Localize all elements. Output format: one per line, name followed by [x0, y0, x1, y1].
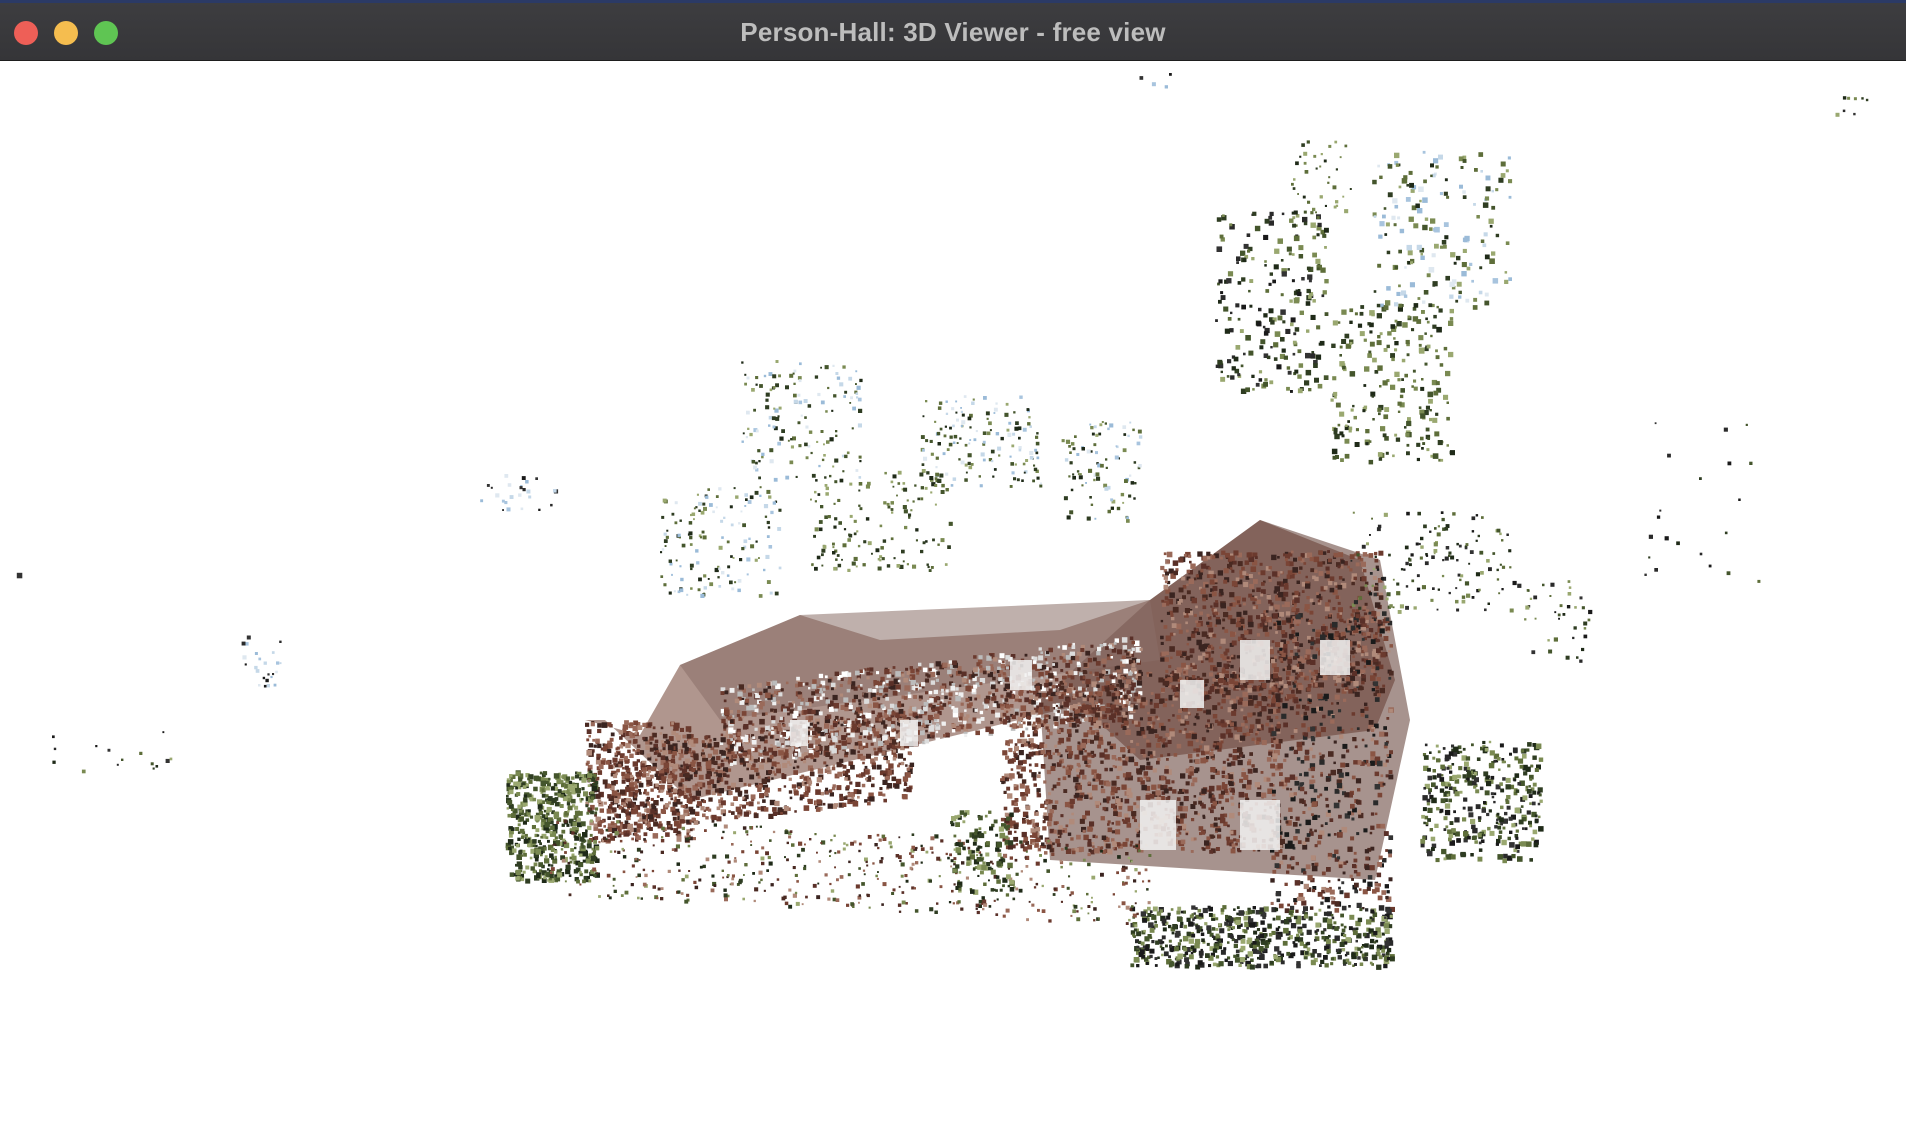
shrub-cluster-west — [505, 770, 600, 884]
window-opening — [1180, 680, 1204, 708]
tree-points-11 — [1291, 140, 1352, 218]
tree-points-6 — [810, 470, 953, 572]
stray-points-2 — [241, 635, 282, 688]
point-cloud-render[interactable] — [0, 61, 1906, 1132]
tree-points-10 — [1512, 580, 1593, 663]
stray-points-6 — [1139, 73, 1172, 89]
stray-points-8 — [1699, 552, 1703, 556]
window-opening — [1010, 660, 1032, 690]
tree-points-5 — [741, 360, 863, 482]
stray-points-5 — [1835, 96, 1869, 117]
window-opening — [900, 720, 918, 746]
window-opening — [1240, 640, 1270, 680]
stray-points-3 — [52, 731, 173, 774]
window-opening — [1140, 800, 1176, 850]
ground-points-east — [1130, 905, 1395, 970]
stray-points-4 — [1644, 422, 1761, 583]
shrub-cluster-east — [1420, 740, 1544, 864]
tree-points-8 — [1061, 421, 1143, 523]
tree-points-1 — [1215, 210, 1329, 394]
stray-points-1 — [480, 474, 559, 512]
window-opening — [790, 720, 808, 746]
window-opening — [1240, 800, 1280, 850]
window-opening — [1320, 640, 1350, 675]
tree-points-2 — [1330, 303, 1455, 465]
title-bar[interactable]: Person-Hall: 3D Viewer - free view — [0, 0, 1906, 61]
stray-points-7 — [16, 572, 23, 579]
tree-points-7 — [660, 486, 782, 598]
tree-points-3 — [1372, 150, 1513, 314]
3d-viewport[interactable] — [0, 61, 1906, 1132]
viewer-window: Person-Hall: 3D Viewer - free view — [0, 0, 1906, 1132]
window-title: Person-Hall: 3D Viewer - free view — [740, 17, 1166, 47]
